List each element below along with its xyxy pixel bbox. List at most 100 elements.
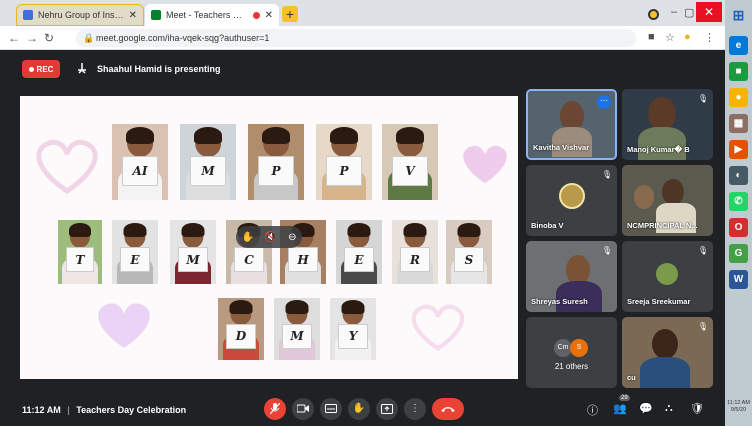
more-options-button[interactable]: ⋮ [404, 398, 426, 420]
new-tab-button[interactable]: + [282, 6, 298, 22]
others-tile[interactable]: Cm S 21 others [526, 317, 617, 388]
letter-sign: R [400, 246, 430, 273]
browser-menu-icon[interactable]: ⋮ [704, 31, 715, 44]
host-controls-icon[interactable]: 🛡 [690, 402, 704, 415]
forward-icon[interactable]: → [26, 31, 38, 45]
url-text: meet.google.com/iha-vqek-sqg?authuser=1 [96, 33, 270, 43]
mic-off-icon: 🎙 [697, 94, 708, 103]
meeting-details[interactable]: 11:12 AM | Teachers Day Celebration [22, 405, 186, 415]
letter-sign: C [234, 246, 264, 273]
letter-sign: P [258, 155, 294, 187]
meeting-title: Teachers Day Celebration [76, 405, 187, 415]
app-icon[interactable]: ▦ [729, 114, 748, 133]
photo-card: V [382, 124, 438, 200]
word-icon[interactable]: W [729, 270, 748, 289]
heart-decoration [411, 304, 465, 352]
people-icon[interactable]: 👥 [613, 402, 627, 415]
avatar: S [570, 339, 588, 357]
maximize-icon[interactable]: ▢ [684, 6, 694, 19]
recording-indicator-icon [252, 11, 260, 19]
tile-hover-controls: ✋ 🔇 ⊖ [236, 226, 302, 248]
app-icon[interactable]: ▶ [729, 140, 748, 159]
tab-title: Nehru Group of Institutions – Co [38, 10, 124, 20]
tab-nehru[interactable]: Nehru Group of Institutions – Co ✕ [16, 4, 144, 26]
photo-card: D [218, 298, 264, 360]
participant-name: NCMPRINCIPAL N... [627, 221, 698, 230]
windows-start-icon[interactable]: ⊞ [729, 6, 748, 25]
letter-sign: V [392, 155, 428, 187]
profile-icon[interactable] [648, 9, 659, 20]
letter-sign: T [65, 246, 95, 273]
hand-icon[interactable]: ✋ [241, 232, 253, 243]
profile-avatar-icon[interactable]: ● [684, 31, 691, 43]
participant-tile[interactable]: NCMPRINCIPAL N... [622, 165, 713, 236]
mic-off-icon: 🎙 [697, 246, 708, 255]
presenting-banner: Shaahul Hamid is presenting [97, 64, 221, 74]
photo-card: M [180, 124, 236, 200]
camera-toggle-button[interactable] [292, 398, 314, 420]
captions-button[interactable] [320, 398, 342, 420]
system-clock: 11:12 AM 9/5/20 [727, 400, 750, 413]
letter-sign: AI [122, 155, 158, 187]
activities-icon[interactable]: ⛬ [665, 402, 673, 415]
letter-sign: M [190, 155, 226, 187]
heart-decoration [36, 139, 98, 195]
participant-name: cu [627, 373, 636, 382]
opera-icon[interactable]: O [729, 218, 748, 237]
mute-icon[interactable]: 🔇 [265, 232, 277, 243]
remove-icon[interactable]: ⊖ [288, 232, 296, 243]
tab-meet[interactable]: Meet - Teachers Day Celebr ✕ [145, 4, 279, 26]
photo-card: M [274, 298, 320, 360]
whatsapp-icon[interactable]: ✆ [729, 192, 748, 211]
camera-indicator-icon[interactable]: ■ [648, 31, 655, 43]
participant-tile[interactable]: 🎙 Shreyas Suresh [526, 241, 617, 312]
url-input[interactable]: 🔒 meet.google.com/iha-vqek-sqg?authuser=… [76, 29, 636, 47]
rec-label: REC [36, 64, 54, 74]
edge-icon[interactable]: e [729, 36, 748, 55]
windows-taskbar: ⊞ e ■ ● ▦ ▶ ◐ ✆ O G W 11:12 AM 9/5/20 [725, 0, 752, 426]
more-options-icon[interactable]: ⋯ [597, 95, 611, 109]
mic-toggle-button[interactable] [264, 398, 286, 420]
participant-tile[interactable]: ⋯ Kavitha Vishvar [526, 89, 617, 160]
browser-tab-bar: Nehru Group of Institutions – Co ✕ Meet … [0, 0, 725, 26]
back-icon[interactable]: ← [8, 31, 20, 45]
participant-tile[interactable]: 🎙 cu [622, 317, 713, 388]
photo-card: AI [112, 124, 168, 200]
participant-name: Binoba V [531, 221, 564, 230]
photo-card: T [58, 220, 102, 284]
meeting-info-icon[interactable]: ⓘ [587, 402, 598, 418]
meet-favicon-icon [151, 10, 161, 20]
app-icon[interactable]: G [729, 244, 748, 263]
participant-tile[interactable]: 🎙 Binoba V [526, 165, 617, 236]
tab-close-icon[interactable]: ✕ [265, 10, 273, 21]
app-icon[interactable]: ◐ [729, 166, 748, 185]
photo-card: M [170, 220, 216, 284]
record-dot-icon [28, 66, 34, 72]
mic-off-icon: 🎙 [697, 322, 708, 331]
tab-title: Meet - Teachers Day Celebr [166, 10, 248, 20]
photo-card: P [248, 124, 304, 200]
present-screen-button[interactable] [376, 398, 398, 420]
site-favicon-icon [23, 10, 33, 20]
leave-call-button[interactable] [432, 398, 464, 420]
letter-sign: H [288, 246, 318, 273]
app-icon[interactable]: ■ [729, 62, 748, 81]
lock-icon: 🔒 [83, 33, 95, 43]
participant-tile[interactable]: 🎙 Sreeja Sreekumar [622, 241, 713, 312]
window-close-button[interactable]: ✕ [696, 2, 722, 22]
minimize-icon[interactable]: – [671, 6, 677, 18]
letter-sign: E [120, 246, 150, 273]
photo-card: R [392, 220, 438, 284]
presenting-icon [74, 61, 90, 77]
photo-card: Y [330, 298, 376, 360]
chat-icon[interactable]: 💬 [639, 402, 653, 415]
participant-tile[interactable]: 🎙 Manoj Kumar� B [622, 89, 713, 160]
clock-time: 11:12 AM [22, 405, 61, 415]
chrome-icon[interactable]: ● [729, 88, 748, 107]
reload-icon[interactable]: ↻ [44, 31, 54, 45]
address-bar-row: ← → ↻ 🔒 meet.google.com/iha-vqek-sqg?aut… [0, 26, 725, 50]
photo-card: S [446, 220, 492, 284]
tab-close-icon[interactable]: ✕ [129, 10, 137, 21]
raise-hand-button[interactable]: ✋ [348, 398, 370, 420]
bookmark-star-icon[interactable]: ☆ [665, 31, 675, 44]
